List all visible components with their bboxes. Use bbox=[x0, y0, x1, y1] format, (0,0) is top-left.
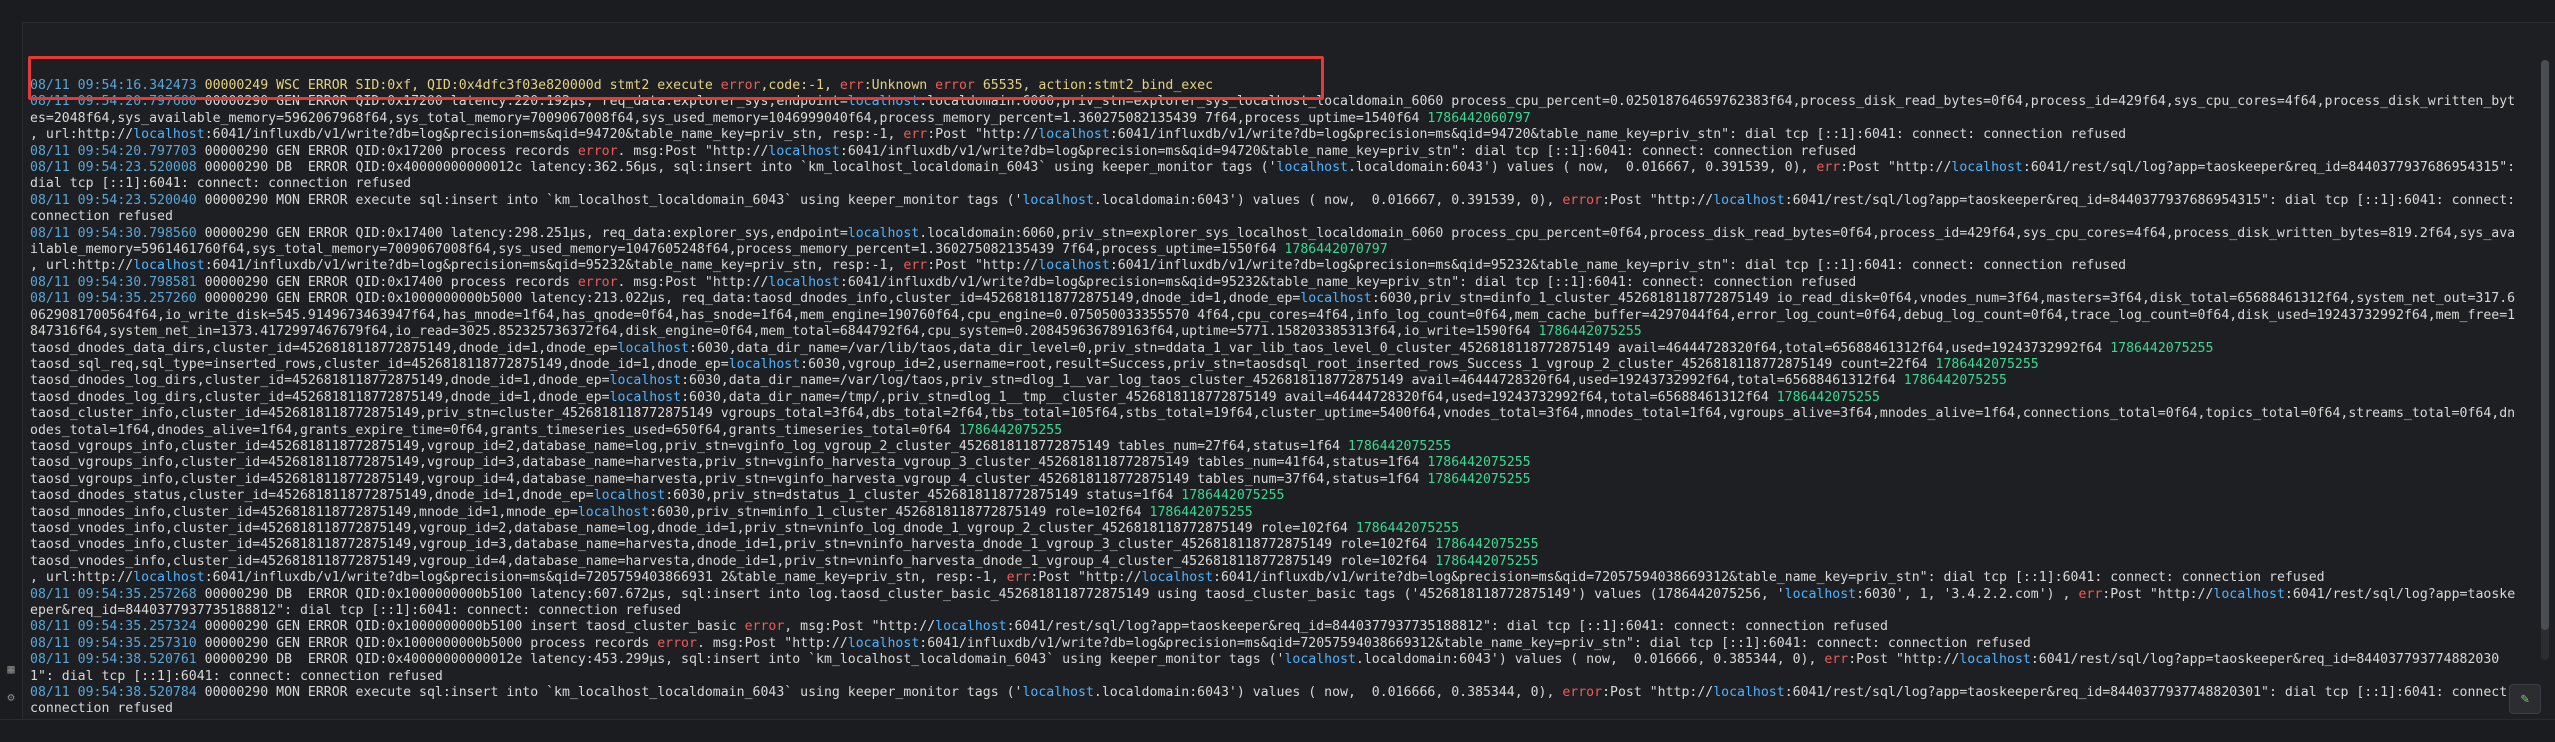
log-line: , url:http://localhost:6041/influxdb/v1/… bbox=[30, 258, 2127, 274]
log-line: 08/11 09:54:38.520761 00000290 DB ERROR … bbox=[30, 652, 2500, 684]
log-line: taosd_vnodes_info,cluster_id=45268181187… bbox=[30, 553, 1539, 569]
log-line: taosd_mnodes_info,cluster_id=45268181187… bbox=[30, 504, 1253, 520]
log-line: taosd_dnodes_status,cluster_id=452681811… bbox=[30, 488, 1285, 504]
log-line: taosd_dnodes_log_dirs,cluster_id=4526818… bbox=[30, 373, 2007, 389]
highlighted-log-line: 08/11 09:54:16.342473 00000249 WSC ERROR… bbox=[30, 78, 1214, 93]
log-line: 08/11 09:54:23.520008 00000290 DB ERROR … bbox=[30, 160, 2524, 192]
terminal-window[interactable]: ▦ ⚙ 08/11 09:54:16.342473 00000249 WSC E… bbox=[0, 0, 2555, 742]
log-line: 08/11 09:54:35.257260 00000290 GEN ERROR… bbox=[30, 291, 2516, 340]
log-output[interactable]: 08/11 09:54:16.342473 00000249 WSC ERROR… bbox=[30, 78, 2520, 718]
log-line: 08/11 09:54:38.520784 00000290 MON ERROR… bbox=[30, 685, 2516, 717]
left-toolbar: ▦ ⚙ bbox=[0, 22, 23, 742]
vertical-scrollbar[interactable] bbox=[2541, 60, 2549, 660]
log-line: 08/11 09:54:35.257324 00000290 GEN ERROR… bbox=[30, 619, 1888, 635]
layout-icon[interactable]: ▦ bbox=[4, 662, 18, 676]
log-line: 08/11 09:54:30.798581 00000290 GEN ERROR… bbox=[30, 274, 1857, 290]
log-line: taosd_dnodes_data_dirs,cluster_id=452681… bbox=[30, 340, 2214, 356]
log-line: 08/11 09:54:30.798560 00000290 GEN ERROR… bbox=[30, 225, 2516, 258]
log-line: 08/11 09:54:20.797680 00000290 GEN ERROR… bbox=[30, 94, 2516, 126]
log-line: taosd_vnodes_info,cluster_id=45268181187… bbox=[30, 537, 1539, 553]
log-line: 08/11 09:54:23.520040 00000290 MON ERROR… bbox=[30, 192, 2524, 225]
log-line: 08/11 09:54:20.797703 00000290 GEN ERROR… bbox=[30, 143, 1857, 159]
log-line: , url:http://localhost:6041/influxdb/v1/… bbox=[30, 570, 2325, 586]
log-line: taosd_vnodes_info,cluster_id=45268181187… bbox=[30, 520, 1460, 536]
log-line: taosd_vgroups_info,cluster_id=4526818118… bbox=[30, 438, 1452, 454]
log-line: 08/11 09:54:35.257310 00000290 GEN ERROR… bbox=[30, 635, 2031, 651]
log-line: 08/11 09:54:35.257268 00000290 DB ERROR … bbox=[30, 586, 2516, 618]
log-line: taosd_cluster_info,cluster_id=4526818118… bbox=[30, 406, 2516, 438]
log-line: , url:http://localhost:6041/influxdb/v1/… bbox=[30, 127, 2127, 143]
scrollbar-thumb[interactable] bbox=[2541, 60, 2549, 630]
log-line: taosd_sql_req,sql_type=inserted_rows,clu… bbox=[30, 356, 2039, 372]
log-line: taosd_vgroups_info,cluster_id=4526818118… bbox=[30, 455, 1531, 471]
terminal-top-bar bbox=[0, 0, 2555, 23]
log-line: taosd_vgroups_info,cluster_id=4526818118… bbox=[30, 471, 1531, 487]
log-line: taosd_dnodes_log_dirs,cluster_id=4526818… bbox=[30, 389, 1880, 405]
terminal-bottom-bar bbox=[0, 719, 2555, 742]
settings-icon[interactable]: ⚙ bbox=[4, 690, 18, 704]
leaf-icon: ✎ bbox=[2520, 691, 2530, 707]
floating-action-button[interactable]: ✎ bbox=[2509, 684, 2541, 714]
